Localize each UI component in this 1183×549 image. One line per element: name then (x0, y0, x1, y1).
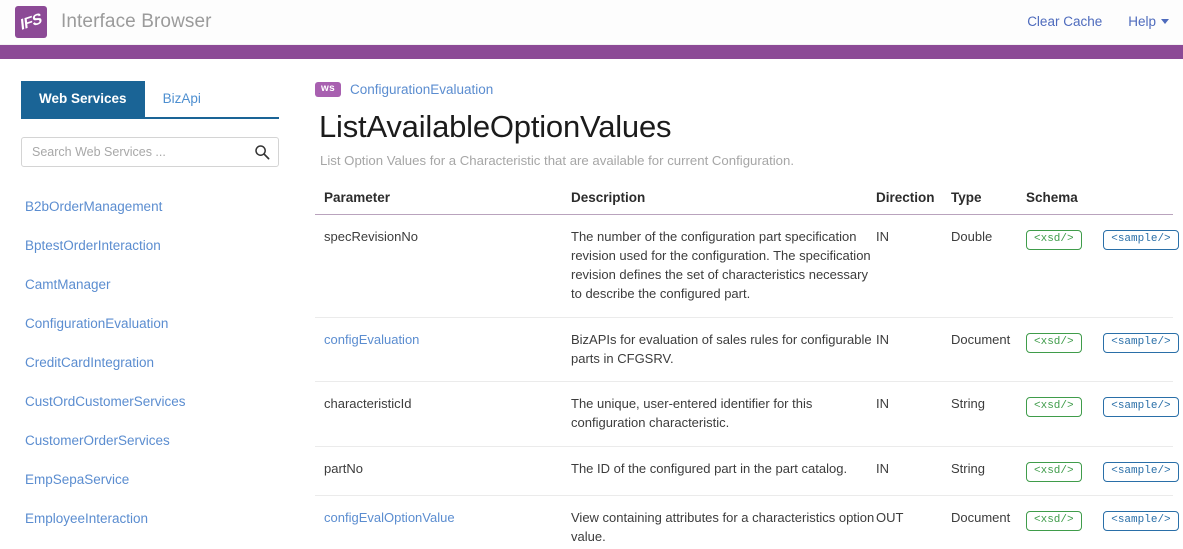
list-item[interactable]: CustomerOrderServices (25, 421, 300, 460)
column-header-parameter: Parameter (315, 189, 571, 215)
cell-schema: <xsd/> <sample/> (1026, 495, 1179, 549)
table-header-row: Parameter Description Direction Type Sch… (315, 189, 1173, 215)
clear-cache-link[interactable]: Clear Cache (1027, 14, 1102, 29)
parameter-link[interactable]: configEvaluation (324, 332, 419, 347)
parameter-name: specRevisionNo (324, 228, 418, 244)
sidebar-item-customerorderservices[interactable]: CustomerOrderServices (25, 433, 170, 448)
sidebar-item-empsepaservice[interactable]: EmpSepaService (25, 472, 129, 487)
sidebar-item-camtmanager[interactable]: CamtManager (25, 277, 111, 292)
list-item[interactable]: ExtFileTransManager (25, 538, 300, 549)
header-links: Clear Cache Help (1027, 14, 1169, 29)
app-header: IFS Interface Browser Clear Cache Help (0, 0, 1183, 45)
cell-parameter: characteristicId (315, 381, 571, 447)
cell-description: The ID of the configured part in the par… (571, 446, 876, 496)
ws-badge: ws (315, 81, 341, 97)
column-header-type: Type (951, 189, 1026, 215)
cell-type: Document (951, 317, 1026, 383)
ifs-logo-icon[interactable]: IFS (15, 6, 47, 38)
sample-schema-button[interactable]: <sample/> (1103, 397, 1179, 418)
list-item[interactable]: B2bOrderManagement (25, 187, 300, 226)
list-item[interactable]: EmployeeInteraction (25, 499, 300, 538)
sidebar-item-bptestorderinteraction[interactable]: BptestOrderInteraction (25, 238, 161, 253)
cell-description: The unique, user-entered identifier for … (571, 381, 876, 447)
sidebar-tabs: Web Services BizApi (21, 81, 279, 119)
column-header-schema: Schema (1026, 189, 1173, 215)
table-row: characteristicId The unique, user-entere… (315, 381, 1179, 447)
column-header-direction: Direction (876, 189, 951, 215)
cell-type: Document (951, 495, 1026, 549)
table-row: partNo The ID of the configured part in … (315, 446, 1179, 496)
page-body: Web Services BizApi B2bOrderManagement B… (0, 59, 1183, 549)
cell-parameter: configEvaluation (315, 317, 571, 383)
parameter-link[interactable]: configEvalOptionValue (324, 510, 455, 525)
help-label: Help (1128, 14, 1156, 29)
cell-direction: IN (876, 214, 951, 318)
cell-parameter: specRevisionNo (315, 214, 571, 318)
list-item[interactable]: BptestOrderInteraction (25, 226, 300, 265)
sidebar-item-custordcustomerservices[interactable]: CustOrdCustomerServices (25, 394, 186, 409)
search-input[interactable] (21, 137, 279, 167)
table-row: configEvaluation BizAPIs for evaluation … (315, 317, 1179, 383)
list-item[interactable]: ConfigurationEvaluation (25, 304, 300, 343)
column-header-description: Description (571, 189, 876, 215)
list-item[interactable]: CustOrdCustomerServices (25, 382, 300, 421)
table-header: Parameter Description Direction Type Sch… (315, 189, 1173, 215)
sidebar: Web Services BizApi B2bOrderManagement B… (0, 59, 300, 549)
cell-type: String (951, 446, 1026, 496)
table-row: configEvalOptionValue View containing at… (315, 495, 1179, 549)
xsd-schema-button[interactable]: <xsd/> (1026, 229, 1082, 250)
service-list: B2bOrderManagement BptestOrderInteractio… (0, 187, 300, 549)
tab-web-services[interactable]: Web Services (21, 81, 145, 117)
xsd-schema-button[interactable]: <xsd/> (1026, 397, 1082, 418)
page-title: ListAvailableOptionValues (319, 109, 672, 144)
xsd-schema-button[interactable]: <xsd/> (1026, 461, 1082, 482)
sample-schema-button[interactable]: <sample/> (1103, 332, 1179, 353)
xsd-schema-button[interactable]: <xsd/> (1026, 510, 1082, 531)
cell-type: Double (951, 214, 1026, 318)
cell-parameter: partNo (315, 446, 571, 496)
breadcrumb-service-link[interactable]: ConfigurationEvaluation (350, 82, 493, 97)
sidebar-item-b2bordermanagement[interactable]: B2bOrderManagement (25, 199, 162, 214)
list-item[interactable]: CreditCardIntegration (25, 343, 300, 382)
cell-description: The number of the configuration part spe… (571, 214, 876, 318)
cell-parameter: configEvalOptionValue (315, 495, 571, 549)
cell-description: View containing attributes for a charact… (571, 495, 876, 549)
cell-direction: OUT (876, 495, 951, 549)
sample-schema-button[interactable]: <sample/> (1103, 510, 1179, 531)
cell-schema: <xsd/> <sample/> (1026, 317, 1179, 383)
app-title: Interface Browser (61, 11, 212, 32)
chevron-down-icon (1161, 19, 1169, 24)
breadcrumb: ws ConfigurationEvaluation (315, 79, 1173, 99)
cell-direction: IN (876, 446, 951, 496)
sample-schema-button[interactable]: <sample/> (1103, 461, 1179, 482)
tab-bizapi[interactable]: BizApi (145, 81, 219, 117)
brand-accent-band (0, 45, 1183, 59)
main-content: ws ConfigurationEvaluation ListAvailable… (300, 59, 1183, 549)
logo-text: IFS (19, 9, 43, 35)
xsd-schema-button[interactable]: <xsd/> (1026, 332, 1082, 353)
sample-schema-button[interactable]: <sample/> (1103, 229, 1179, 250)
cell-schema: <xsd/> <sample/> (1026, 446, 1179, 496)
parameter-name: characteristicId (324, 396, 412, 412)
cell-direction: IN (876, 381, 951, 447)
page-subtitle: List Option Values for a Characteristic … (320, 152, 795, 168)
sidebar-item-configurationevaluation[interactable]: ConfigurationEvaluation (25, 316, 168, 331)
list-item[interactable]: CamtManager (25, 265, 300, 304)
help-menu[interactable]: Help (1128, 14, 1169, 29)
sidebar-item-employeeinteraction[interactable]: EmployeeInteraction (25, 511, 148, 526)
table-row: specRevisionNo The number of the configu… (315, 214, 1179, 318)
table-body: specRevisionNo The number of the configu… (315, 214, 1179, 549)
cell-description: BizAPIs for evaluation of sales rules fo… (571, 317, 876, 383)
cell-schema: <xsd/> <sample/> (1026, 381, 1179, 447)
parameters-table: Parameter Description Direction Type Sch… (315, 189, 1179, 549)
cell-type: String (951, 381, 1026, 447)
cell-schema: <xsd/> <sample/> (1026, 214, 1179, 318)
parameter-name: partNo (324, 460, 364, 476)
search-container (21, 137, 279, 167)
sidebar-item-creditcardintegration[interactable]: CreditCardIntegration (25, 355, 154, 370)
list-item[interactable]: EmpSepaService (25, 460, 300, 499)
cell-direction: IN (876, 317, 951, 383)
